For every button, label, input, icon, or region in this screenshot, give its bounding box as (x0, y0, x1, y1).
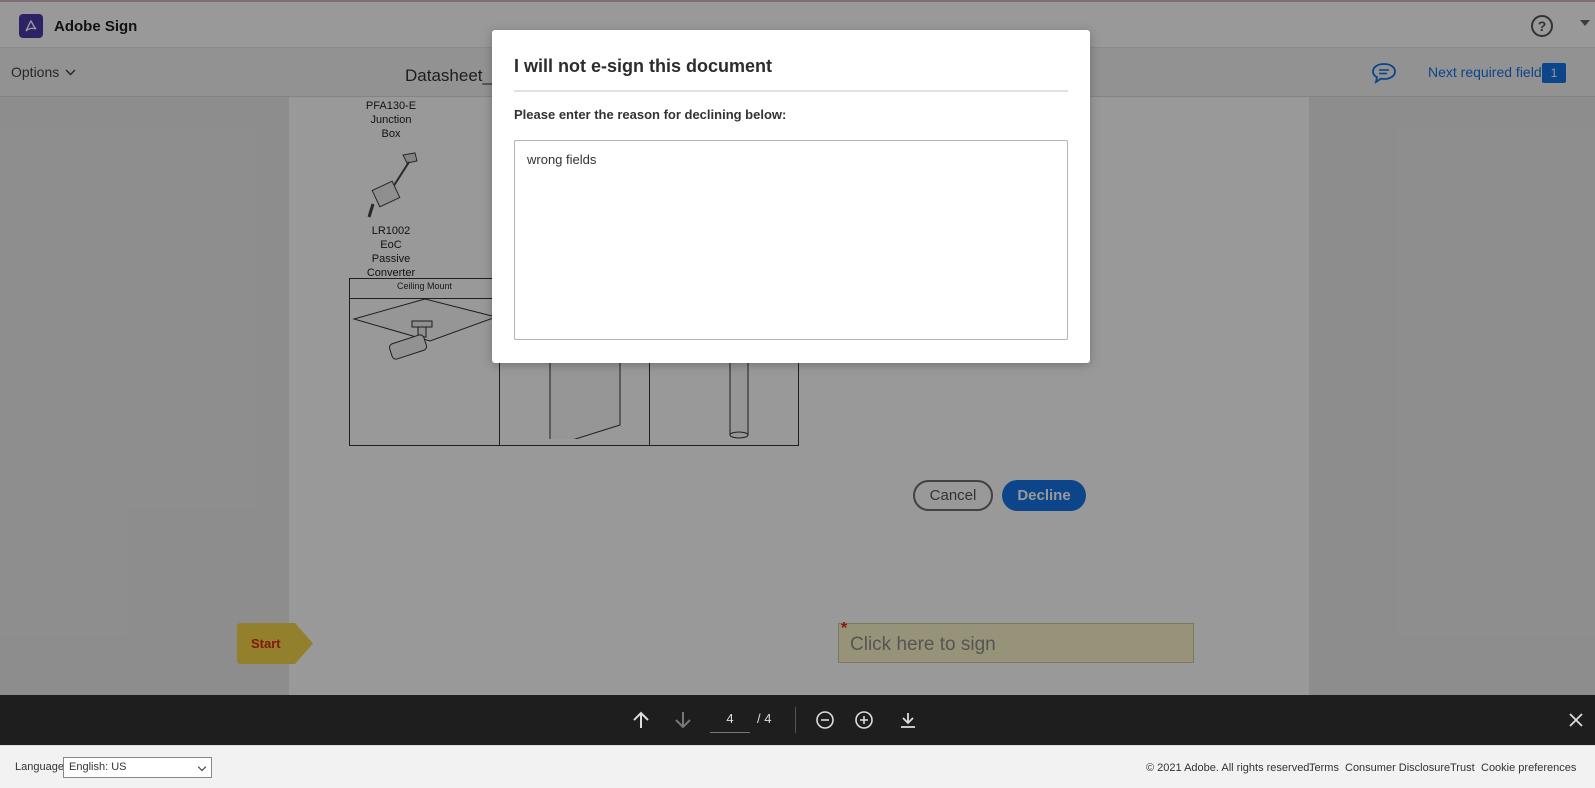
decline-dialog: I will not e-sign this document Please e… (492, 30, 1090, 363)
page-footer: Language English: US © 2021 Adobe. All r… (0, 745, 1595, 788)
language-select[interactable]: English: US (63, 757, 212, 778)
language-label: Language (15, 761, 64, 773)
toolbar-divider (795, 707, 796, 733)
dialog-title: I will not e-sign this document (514, 56, 773, 76)
trust-link[interactable]: Trust (1450, 762, 1475, 774)
close-icon (1569, 713, 1583, 727)
zoom-out-icon (816, 711, 834, 729)
decline-reason-input[interactable]: wrong fields (514, 140, 1068, 340)
zoom-out-button[interactable] (813, 708, 837, 732)
chevron-down-icon (197, 762, 207, 772)
copyright-text: © 2021 Adobe. All rights reserved. (1146, 762, 1313, 774)
zoom-in-icon (855, 711, 873, 729)
dialog-divider (514, 90, 1068, 92)
previous-page-button[interactable] (629, 708, 653, 732)
terms-link[interactable]: Terms (1309, 762, 1339, 774)
next-page-button[interactable] (671, 708, 695, 732)
zoom-in-button[interactable] (852, 708, 876, 732)
close-toolbar-button[interactable] (1564, 708, 1588, 732)
page-number-input[interactable] (710, 705, 750, 733)
cookie-preferences-link[interactable]: Cookie preferences (1481, 762, 1576, 774)
consumer-disclosure-link[interactable]: Consumer Disclosure (1345, 762, 1450, 774)
download-icon (901, 713, 915, 728)
arrow-down-icon (675, 712, 691, 729)
language-value: English: US (69, 761, 127, 773)
page-navigation-toolbar: / 4 (0, 695, 1595, 745)
download-button[interactable] (896, 708, 920, 732)
page-total: / 4 (757, 711, 772, 726)
arrow-up-icon (633, 711, 649, 728)
decline-reason-prompt: Please enter the reason for declining be… (514, 107, 787, 122)
